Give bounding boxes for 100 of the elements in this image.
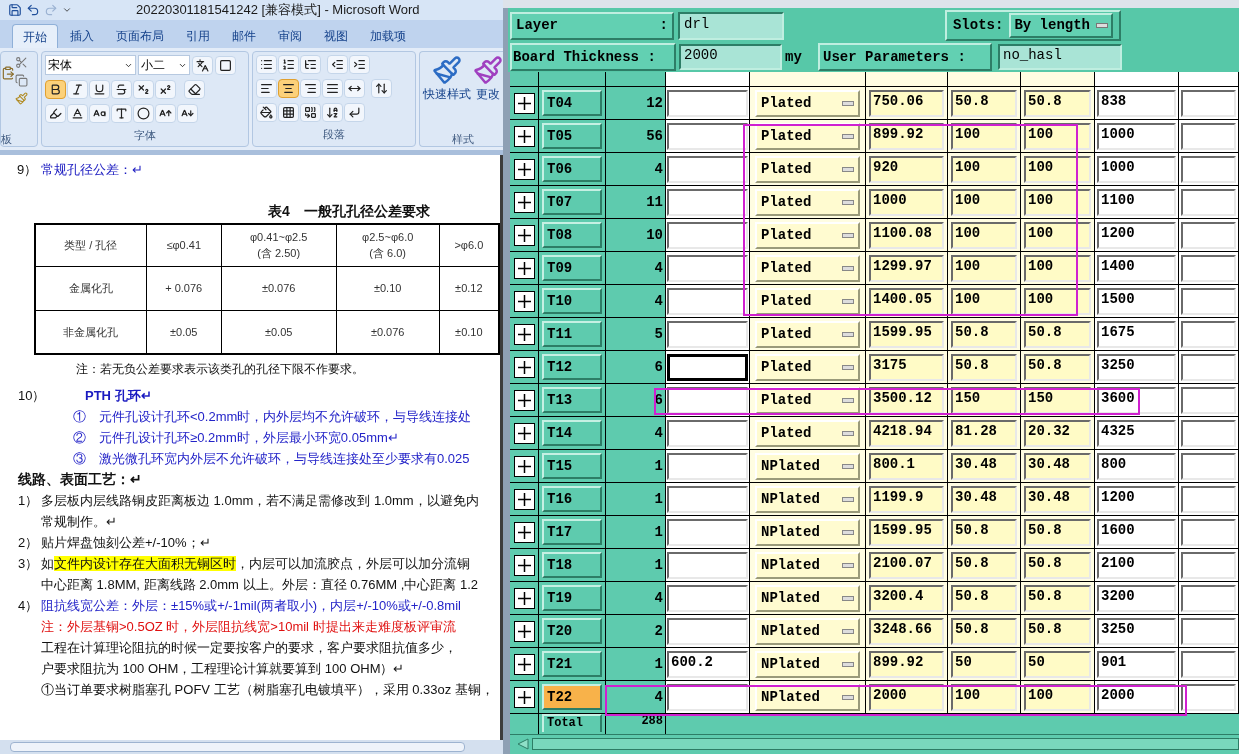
- table-input-field[interactable]: 50.8: [951, 584, 1017, 612]
- table-input-field[interactable]: 3600: [1097, 386, 1176, 414]
- format-painter-icon[interactable]: [15, 92, 28, 105]
- table-input-field[interactable]: 1000: [869, 188, 944, 216]
- plating-dropdown[interactable]: Plated: [755, 419, 860, 447]
- expand-icon[interactable]: [513, 191, 535, 213]
- tool-name-button[interactable]: T18: [542, 552, 602, 578]
- tool-name-button[interactable]: T17: [542, 519, 602, 545]
- table-input-field[interactable]: 20.32: [1024, 419, 1091, 447]
- plating-dropdown[interactable]: Plated: [755, 287, 860, 315]
- table-input-field[interactable]: [1181, 89, 1236, 117]
- italic-button[interactable]: [67, 80, 88, 99]
- table-input-field[interactable]: 50.8: [951, 551, 1017, 579]
- table-input-field[interactable]: 750.06: [869, 89, 944, 117]
- table-input-field[interactable]: 30.48: [951, 452, 1017, 480]
- underline-button[interactable]: [89, 80, 110, 99]
- table-input-field[interactable]: 3500.12: [869, 386, 944, 414]
- expand-icon[interactable]: [513, 92, 535, 114]
- table-input-field[interactable]: 3175: [869, 353, 944, 381]
- table-input-field[interactable]: 899.92: [869, 122, 944, 150]
- table-input-field[interactable]: 100: [951, 188, 1017, 216]
- table-input-field[interactable]: 1200: [1097, 221, 1176, 249]
- highlight-button[interactable]: [45, 104, 66, 123]
- plating-dropdown[interactable]: NPlated: [755, 584, 860, 612]
- table-input-field[interactable]: [1181, 155, 1236, 183]
- expand-icon[interactable]: [513, 356, 535, 378]
- table-input-field[interactable]: 3248.66: [869, 617, 944, 645]
- expand-icon[interactable]: [513, 686, 535, 708]
- table-input-field[interactable]: 1299.97: [869, 254, 944, 282]
- table-input-field[interactable]: 81.28: [951, 419, 1017, 447]
- bold-button[interactable]: [45, 80, 66, 99]
- plating-dropdown[interactable]: NPlated: [755, 452, 860, 480]
- expand-icon[interactable]: [513, 488, 535, 510]
- table-input-field[interactable]: [1181, 221, 1236, 249]
- expand-icon[interactable]: [513, 521, 535, 543]
- table-input-field[interactable]: [1181, 617, 1236, 645]
- table-input-field[interactable]: 1599.95: [869, 518, 944, 546]
- slots-dropdown[interactable]: By length: [1009, 13, 1113, 38]
- table-input-field[interactable]: 100: [951, 221, 1017, 249]
- table-input-field[interactable]: [667, 584, 748, 612]
- show-marks-button[interactable]: [344, 103, 365, 122]
- table-input-field[interactable]: 50.8: [951, 518, 1017, 546]
- table-input-field[interactable]: [1181, 320, 1236, 348]
- undo-icon[interactable]: [26, 3, 40, 17]
- table-input-field[interactable]: 2000: [1097, 683, 1176, 711]
- table-input-field[interactable]: 50.8: [1024, 518, 1091, 546]
- table-input-field[interactable]: 3200: [1097, 584, 1176, 612]
- plating-dropdown[interactable]: Plated: [755, 221, 860, 249]
- table-input-field[interactable]: [667, 485, 748, 513]
- table-input-field[interactable]: [1181, 419, 1236, 447]
- table-input-field[interactable]: 50.8: [951, 320, 1017, 348]
- table-input-field[interactable]: [1181, 485, 1236, 513]
- table-input-field[interactable]: [667, 254, 748, 282]
- ribbon-tab[interactable]: 页面布局: [106, 24, 174, 48]
- table-input-field[interactable]: 100: [951, 155, 1017, 183]
- table-input-field[interactable]: 50.8: [951, 89, 1017, 117]
- expand-icon[interactable]: [513, 620, 535, 642]
- table-input-field[interactable]: 1100.08: [869, 221, 944, 249]
- plating-dropdown[interactable]: Plated: [755, 254, 860, 282]
- plating-dropdown[interactable]: Plated: [755, 89, 860, 117]
- table-input-field[interactable]: 100: [951, 287, 1017, 315]
- table-input-field[interactable]: 1599.95: [869, 320, 944, 348]
- layer-field[interactable]: drl: [678, 11, 784, 40]
- table-input-field[interactable]: [1181, 188, 1236, 216]
- table-input-field[interactable]: [667, 89, 748, 117]
- align-right-button[interactable]: [300, 79, 321, 98]
- decrease-indent-button[interactable]: [327, 55, 348, 74]
- line-spacing-button[interactable]: [371, 79, 392, 98]
- clear-format-button[interactable]: [184, 80, 205, 99]
- tool-name-button[interactable]: T06: [542, 156, 602, 182]
- expand-icon[interactable]: [513, 422, 535, 444]
- table-input-field[interactable]: 100: [1024, 155, 1091, 183]
- table-input-field[interactable]: [667, 518, 748, 546]
- table-input-field[interactable]: [1181, 254, 1236, 282]
- ribbon-tab[interactable]: 插入: [60, 24, 104, 48]
- phonetic-guide-button[interactable]: [192, 55, 213, 75]
- expand-icon[interactable]: [513, 257, 535, 279]
- plating-dropdown[interactable]: Plated: [755, 386, 860, 414]
- character-border-button[interactable]: [215, 55, 236, 75]
- expand-icon[interactable]: [513, 653, 535, 675]
- tool-name-button[interactable]: T04: [542, 90, 602, 116]
- font-size-field[interactable]: 小二: [138, 55, 190, 75]
- table-input-field[interactable]: 1400: [1097, 254, 1176, 282]
- table-input-field[interactable]: 50.8: [1024, 617, 1091, 645]
- table-input-field[interactable]: 100: [951, 254, 1017, 282]
- expand-icon[interactable]: [513, 323, 535, 345]
- table-input-field[interactable]: 100: [1024, 221, 1091, 249]
- table-input-field[interactable]: [667, 155, 748, 183]
- table-input-field[interactable]: 3250: [1097, 353, 1176, 381]
- multilevel-list-button[interactable]: [300, 55, 321, 74]
- ribbon-tab[interactable]: 引用: [176, 24, 220, 48]
- superscript-button[interactable]: [155, 80, 176, 99]
- table-input-field[interactable]: [667, 683, 748, 711]
- plating-dropdown[interactable]: Plated: [755, 188, 860, 216]
- ribbon-tab[interactable]: 视图: [314, 24, 358, 48]
- table-input-field[interactable]: 1000: [1097, 155, 1176, 183]
- tool-name-button[interactable]: T22: [542, 684, 602, 710]
- align-justify-button[interactable]: [322, 79, 343, 98]
- table-input-field[interactable]: 50.8: [951, 353, 1017, 381]
- table-input-field[interactable]: 4325: [1097, 419, 1176, 447]
